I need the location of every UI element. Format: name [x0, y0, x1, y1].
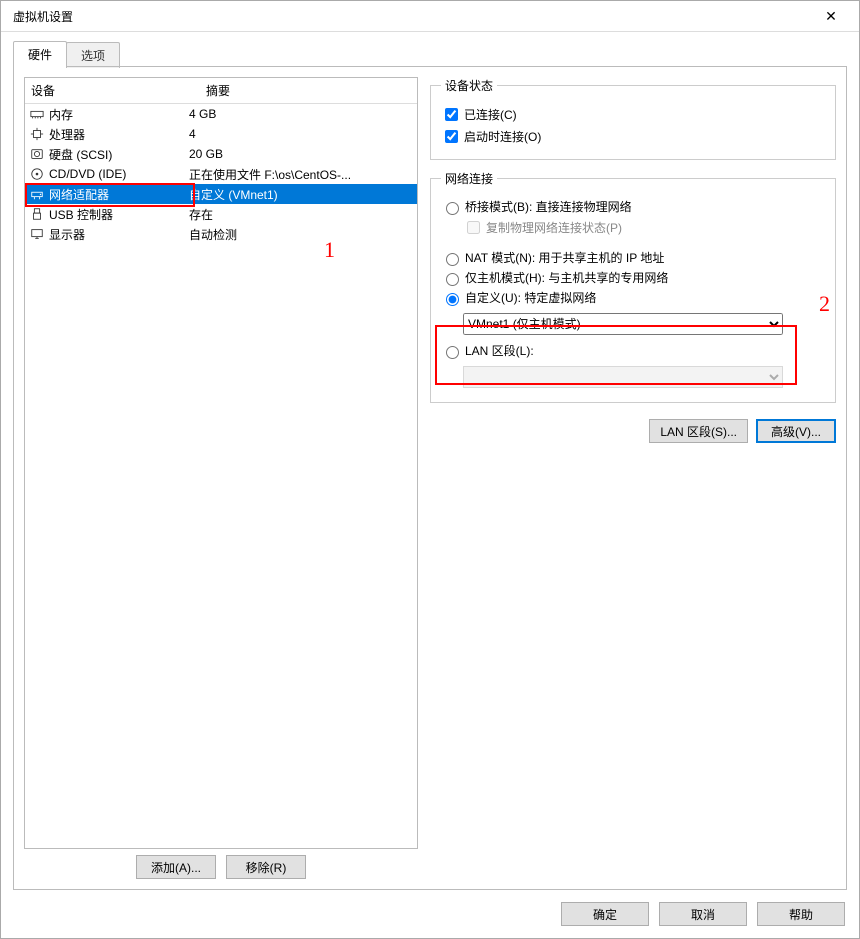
- device-state-legend: 设备状态: [441, 77, 497, 94]
- device-name: CD/DVD (IDE): [49, 167, 126, 181]
- network-connection-group: 网络连接 桥接模式(B): 直接连接物理网络 复制物理网络连接状态(P) NAT…: [430, 170, 836, 403]
- nat-radio[interactable]: NAT 模式(N): 用于共享主机的 IP 地址: [441, 249, 825, 266]
- vm-settings-window: 虚拟机设置 ✕ 硬件 选项 设备 摘要 内存 4 GB 处理器 4 硬盘 (SCSI) 2…: [0, 0, 860, 939]
- usb-icon: [29, 206, 45, 222]
- custom-label: 自定义(U): 特定虚拟网络: [465, 289, 596, 306]
- device-summary: 20 GB: [189, 147, 413, 161]
- device-name: 处理器: [49, 126, 85, 143]
- custom-vmnet-select[interactable]: VMnet1 (仅主机模式): [463, 313, 783, 335]
- remove-device-button[interactable]: 移除(R): [226, 855, 306, 879]
- device-buttons: 添加(A)... 移除(R): [24, 855, 418, 879]
- lan-segment-radio[interactable]: LAN 区段(L):: [441, 342, 825, 359]
- device-row[interactable]: 内存 4 GB: [25, 104, 417, 124]
- connect-poweron-label: 启动时连接(O): [464, 128, 541, 145]
- device-row[interactable]: 处理器 4: [25, 124, 417, 144]
- device-row[interactable]: USB 控制器 存在: [25, 204, 417, 224]
- display-icon: [29, 226, 45, 242]
- lan-segment-label: LAN 区段(L):: [465, 342, 534, 359]
- connected-checkbox[interactable]: 已连接(C): [441, 105, 825, 124]
- network-connection-legend: 网络连接: [441, 170, 497, 187]
- replicate-label: 复制物理网络连接状态(P): [486, 219, 622, 236]
- device-summary: 4 GB: [189, 107, 413, 121]
- device-list[interactable]: 内存 4 GB 处理器 4 硬盘 (SCSI) 20 GB CD/DVD (IDE) 正在使用…: [25, 104, 417, 848]
- advanced-button[interactable]: 高级(V)...: [756, 419, 836, 443]
- device-detail-panel: 设备状态 已连接(C) 启动时连接(O) 网络连接 桥接模式(B): 直接连接物: [424, 77, 836, 879]
- device-listbox[interactable]: 设备 摘要 内存 4 GB 处理器 4 硬盘 (SCSI) 20 GB CD/DVD (ID…: [24, 77, 418, 849]
- bridged-label: 桥接模式(B): 直接连接物理网络: [465, 198, 632, 215]
- hostonly-radio-input[interactable]: [446, 273, 459, 286]
- nat-label: NAT 模式(N): 用于共享主机的 IP 地址: [465, 249, 664, 266]
- memory-icon: [29, 106, 45, 122]
- device-summary: 正在使用文件 F:\os\CentOS-...: [189, 166, 413, 183]
- custom-radio-input[interactable]: [446, 293, 459, 306]
- connect-poweron-checkbox[interactable]: 启动时连接(O): [441, 127, 825, 146]
- device-row[interactable]: CD/DVD (IDE) 正在使用文件 F:\os\CentOS-...: [25, 164, 417, 184]
- connected-checkbox-input[interactable]: [445, 108, 458, 121]
- ok-button[interactable]: 确定: [561, 902, 649, 926]
- device-row[interactable]: 网络适配器 自定义 (VMnet1): [25, 184, 417, 204]
- replicate-checkbox: 复制物理网络连接状态(P): [463, 218, 825, 237]
- tab-strip: 硬件 选项: [13, 40, 847, 66]
- lan-segments-button[interactable]: LAN 区段(S)...: [649, 419, 748, 443]
- device-row[interactable]: 硬盘 (SCSI) 20 GB: [25, 144, 417, 164]
- lan-segment-select: [463, 366, 783, 388]
- header-device: 设备: [31, 82, 206, 99]
- device-summary: 自定义 (VMnet1): [189, 186, 413, 203]
- tab-hardware[interactable]: 硬件: [13, 41, 67, 67]
- network-extra-buttons: LAN 区段(S)... 高级(V)...: [430, 419, 836, 443]
- device-panel: 设备 摘要 内存 4 GB 处理器 4 硬盘 (SCSI) 20 GB CD/DVD (ID…: [24, 77, 424, 879]
- hostonly-radio[interactable]: 仅主机模式(H): 与主机共享的专用网络: [441, 269, 825, 286]
- header-summary: 摘要: [206, 82, 411, 99]
- device-summary: 存在: [189, 206, 413, 223]
- device-summary: 4: [189, 127, 413, 141]
- client-area: 硬件 选项 设备 摘要 内存 4 GB 处理器 4 硬盘 (SCSI) 20 GB CD/D…: [1, 32, 859, 890]
- device-summary: 自动检测: [189, 226, 413, 243]
- titlebar: 虚拟机设置 ✕: [1, 1, 859, 32]
- device-state-group: 设备状态 已连接(C) 启动时连接(O): [430, 77, 836, 160]
- cancel-button[interactable]: 取消: [659, 902, 747, 926]
- hdd-icon: [29, 146, 45, 162]
- device-name: 显示器: [49, 226, 85, 243]
- custom-radio[interactable]: 自定义(U): 特定虚拟网络: [441, 289, 825, 306]
- device-name: 内存: [49, 106, 73, 123]
- window-title: 虚拟机设置: [9, 8, 811, 25]
- close-icon[interactable]: ✕: [811, 8, 851, 25]
- dialog-footer: 确定 取消 帮助: [1, 890, 859, 938]
- device-name: USB 控制器: [49, 206, 113, 223]
- bridged-radio-input[interactable]: [446, 202, 459, 215]
- device-name: 硬盘 (SCSI): [49, 146, 112, 163]
- hostonly-label: 仅主机模式(H): 与主机共享的专用网络: [465, 269, 668, 286]
- bridged-radio[interactable]: 桥接模式(B): 直接连接物理网络: [441, 198, 825, 215]
- device-row[interactable]: 显示器 自动检测: [25, 224, 417, 244]
- net-icon: [29, 186, 45, 202]
- connected-label: 已连接(C): [464, 106, 517, 123]
- tab-page-hardware: 设备 摘要 内存 4 GB 处理器 4 硬盘 (SCSI) 20 GB CD/DVD (ID…: [13, 66, 847, 890]
- replicate-checkbox-input: [467, 221, 480, 234]
- connect-poweron-checkbox-input[interactable]: [445, 130, 458, 143]
- add-device-button[interactable]: 添加(A)...: [136, 855, 216, 879]
- device-name: 网络适配器: [49, 186, 109, 203]
- nat-radio-input[interactable]: [446, 253, 459, 266]
- cpu-icon: [29, 126, 45, 142]
- help-button[interactable]: 帮助: [757, 902, 845, 926]
- lan-segment-radio-input[interactable]: [446, 346, 459, 359]
- cd-icon: [29, 166, 45, 182]
- tab-options[interactable]: 选项: [66, 42, 120, 68]
- device-list-header: 设备 摘要: [25, 78, 417, 104]
